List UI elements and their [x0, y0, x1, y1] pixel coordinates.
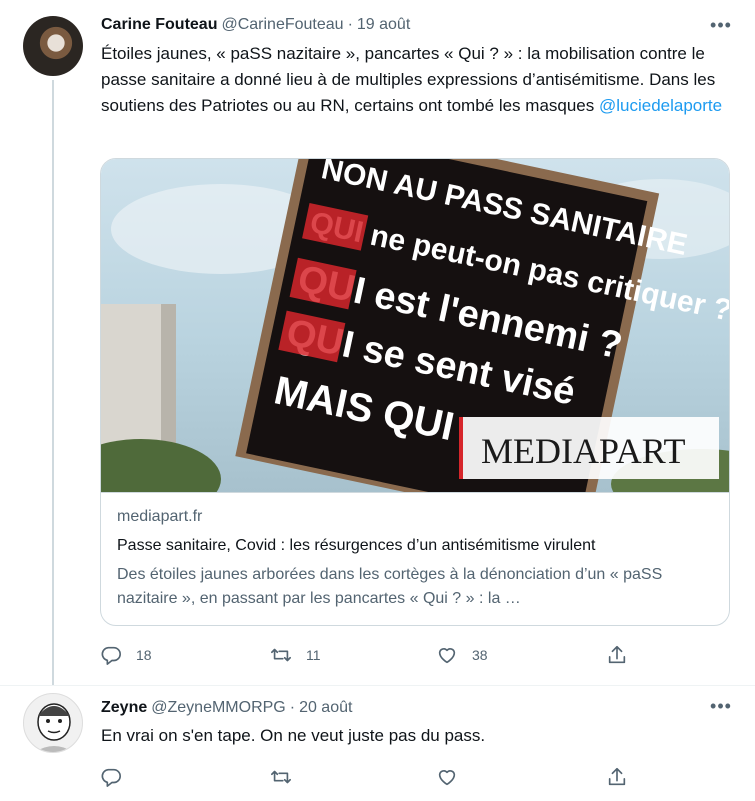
author-handle[interactable]: @CarineFouteau — [221, 15, 343, 35]
reply-count: 18 — [136, 647, 152, 663]
like-button[interactable]: 38 — [436, 643, 488, 667]
tweet-header: Zeyne @ZeyneMMORPG · 20 août — [101, 698, 352, 718]
avatar[interactable] — [23, 16, 83, 76]
retweet-count: 11 — [306, 647, 321, 663]
author-handle[interactable]: @ZeyneMMORPG — [151, 698, 285, 718]
mention-link[interactable]: @luciedelaporte — [599, 96, 722, 115]
more-horizontal-icon[interactable]: ••• — [708, 16, 734, 38]
tweet[interactable]: Carine Fouteau @CarineFouteau · 19 août … — [0, 0, 755, 685]
avatar-illustration — [35, 703, 73, 752]
tweet-header: Carine Fouteau @CarineFouteau · 19 août — [101, 15, 410, 35]
retweet-button[interactable] — [270, 765, 306, 789]
reply-button[interactable]: 18 — [100, 643, 152, 667]
reply-icon — [101, 646, 121, 665]
retweet-icon — [271, 770, 291, 784]
separator-dot: · — [289, 699, 296, 716]
card-body[interactable]: mediapart.fr Passe sanitaire, Covid : le… — [101, 492, 729, 625]
tweet-text: En vrai on s'en tape. On ne veut juste p… — [101, 726, 486, 745]
link-preview-card[interactable]: NON AU PASS SANITAIRE QUI ne peut-on pas… — [100, 158, 730, 626]
author-name[interactable]: Carine Fouteau — [101, 15, 217, 35]
tweet-text: Étoiles jaunes, « paSS nazitaire », panc… — [101, 41, 731, 119]
card-description: Des étoiles jaunes arborées dans les cor… — [117, 566, 663, 607]
tweet-actions — [100, 765, 640, 789]
protest-sign-illustration: NON AU PASS SANITAIRE QUI ne peut-on pas… — [101, 159, 729, 492]
card-image: NON AU PASS SANITAIRE QUI ne peut-on pas… — [101, 159, 729, 492]
avatar[interactable] — [23, 693, 83, 753]
tweet-date[interactable]: 19 août — [357, 15, 410, 35]
mediapart-watermark: MEDIAPART — [481, 431, 686, 471]
card-title: Passe sanitaire, Covid : les résurgences… — [117, 537, 596, 554]
share-icon — [608, 767, 626, 786]
reply-icon — [101, 768, 121, 787]
card-domain: mediapart.fr — [117, 508, 203, 525]
like-count: 38 — [472, 647, 488, 663]
retweet-button[interactable]: 11 — [270, 643, 321, 667]
like-button[interactable] — [436, 765, 472, 789]
thread-connector-line — [52, 80, 54, 685]
share-icon — [608, 645, 626, 664]
retweet-icon — [271, 648, 291, 662]
tweet-date[interactable]: 20 août — [299, 698, 352, 718]
more-horizontal-icon[interactable]: ••• — [708, 697, 734, 719]
author-name[interactable]: Zeyne — [101, 698, 147, 718]
share-button[interactable] — [606, 643, 642, 667]
heart-icon — [438, 648, 456, 664]
tweet-actions: 18 11 38 — [100, 643, 640, 667]
heart-icon — [438, 770, 456, 786]
separator-dot: · — [347, 16, 353, 33]
share-button[interactable] — [606, 765, 642, 789]
reply-button[interactable] — [100, 765, 136, 789]
